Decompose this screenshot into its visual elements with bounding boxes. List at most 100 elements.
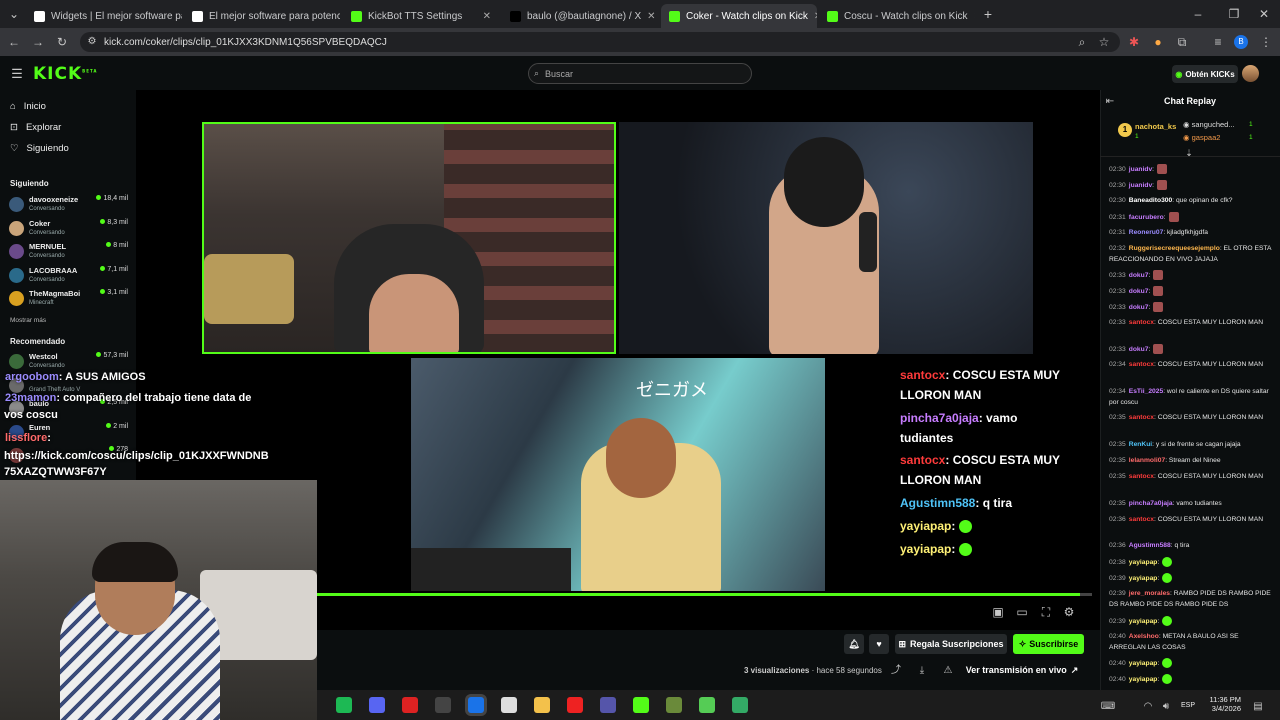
share-icon[interactable]: ⤴ — [888, 663, 904, 679]
chat-username[interactable]: EsTii_2025 — [1129, 388, 1163, 395]
game-icon[interactable] — [699, 697, 715, 713]
new-tab-icon[interactable]: + — [980, 6, 996, 22]
search-input[interactable]: ⌕ Buscar — [528, 63, 752, 84]
steam-deck-icon[interactable] — [501, 697, 517, 713]
show-more-link[interactable]: Mostrar más — [10, 317, 46, 324]
nav-item-2[interactable]: ♡ Siguiendo — [10, 143, 69, 154]
browser-tab[interactable]: KickBot TTS Settings ✕ — [343, 4, 499, 28]
chat-username[interactable]: santocx — [1129, 361, 1154, 368]
tab-close-icon[interactable]: ✕ — [814, 11, 817, 22]
channel-item[interactable]: MERNUEL Conversando 8 mil — [8, 241, 130, 265]
hamburger-menu-icon[interactable]: ☰ — [9, 66, 25, 82]
terminal-icon[interactable] — [732, 697, 748, 713]
browser-tab[interactable]: Coscu - Watch clips on Kick ✕ — [819, 4, 975, 28]
chat-username[interactable]: doku7 — [1129, 304, 1149, 311]
chat-username[interactable]: santocx — [1129, 516, 1154, 523]
keyboard-icon[interactable]: ⌨ — [1100, 699, 1116, 715]
report-icon[interactable]: ⚠ — [940, 663, 956, 679]
notification-bell-button[interactable]: 🔔︎ — [844, 634, 864, 654]
leader-name[interactable]: nachota_ks — [1135, 122, 1176, 131]
minecraft-icon[interactable] — [666, 697, 682, 713]
chat-username[interactable]: juanidv — [1129, 166, 1152, 173]
chat-username[interactable]: lelanmoli07 — [1129, 457, 1165, 464]
chat-username[interactable]: Agustimn588 — [1129, 542, 1171, 549]
kick-logo[interactable]: KICKBETA — [33, 64, 97, 84]
forward-icon[interactable]: → — [30, 34, 46, 50]
nav-item-0[interactable]: ⌂ Inicio — [10, 101, 46, 112]
zoom-icon[interactable]: ⌕ — [1074, 34, 1090, 50]
reload-icon[interactable]: ↻ — [54, 34, 70, 50]
taskbar-clock[interactable]: 11:36 PM 3/4/2026 — [1205, 695, 1241, 713]
site-info-icon[interactable]: ⚙ — [84, 34, 100, 50]
expand-leaderboard-icon[interactable]: ⇣ — [1181, 145, 1197, 161]
menu-kebab-icon[interactable]: ⋮ — [1258, 34, 1274, 50]
chat-username[interactable]: santocx — [1129, 414, 1154, 421]
theater-mode-icon[interactable]: ▭ — [1014, 604, 1030, 620]
wifi-icon[interactable]: ◠ — [1140, 699, 1156, 715]
discord-icon[interactable] — [369, 697, 385, 713]
extensions-puzzle-icon[interactable]: ⧉ — [1174, 34, 1190, 50]
tab-close-icon[interactable]: ✕ — [974, 11, 975, 22]
taskbar-language[interactable]: ESP — [1181, 702, 1195, 709]
watch-live-button[interactable]: Ver transmisión en vivo ↗ — [962, 661, 1082, 679]
volume-icon[interactable]: 🔊︎ — [1158, 699, 1174, 715]
browser-tab[interactable]: El mejor software para potencia✕ — [184, 4, 340, 28]
extension-color-icon[interactable]: ● — [1150, 34, 1166, 50]
spotify-icon[interactable] — [336, 697, 352, 713]
download-icon[interactable]: ⤓ — [914, 663, 930, 679]
gift-subs-button[interactable]: ⊞ Regala Suscripciones — [895, 634, 1007, 654]
pip-icon[interactable]: ▣ — [990, 604, 1006, 620]
maximize-icon[interactable]: ❐ — [1226, 6, 1242, 22]
profile-avatar-icon[interactable]: B — [1234, 35, 1248, 49]
chat-username[interactable]: yayiapap — [1129, 660, 1158, 667]
minimize-icon[interactable]: – — [1190, 6, 1206, 22]
tab-close-icon[interactable]: ✕ — [483, 11, 491, 22]
subscribe-button[interactable]: ✧ Suscribirse — [1013, 634, 1084, 654]
channel-item[interactable]: LACOBRAAA Conversando 7,1 mil — [8, 265, 130, 289]
channel-item[interactable]: TheMagmaBoi Minecraft 3,1 mil — [8, 288, 130, 312]
close-window-icon[interactable]: ✕ — [1256, 6, 1272, 22]
chat-username[interactable]: yayiapap — [1129, 575, 1158, 582]
chrome-icon[interactable] — [468, 697, 484, 713]
chat-username[interactable]: santocx — [1129, 473, 1154, 480]
browser-tab[interactable]: Coker - Watch clips on Kick ✕ — [661, 4, 817, 28]
chat-username[interactable]: RenKui — [1129, 441, 1152, 448]
chat-username[interactable]: Ruggerisecreequeesejemplo — [1129, 245, 1220, 252]
channel-item[interactable]: davooxeneize Conversando 18,4 mil — [8, 194, 130, 218]
get-kicks-button[interactable]: ◉ Obtén KICKs — [1172, 65, 1238, 83]
obs-studio-icon[interactable] — [402, 697, 418, 713]
chat-username[interactable]: yayiapap — [1129, 676, 1158, 683]
chat-username[interactable]: Baneadito300 — [1129, 197, 1173, 204]
progress-track[interactable] — [317, 593, 1092, 596]
tab-close-icon[interactable]: ✕ — [647, 11, 655, 22]
settings-gear-icon[interactable]: ⚙ — [1061, 604, 1077, 620]
user-avatar[interactable] — [1242, 65, 1259, 82]
nav-item-1[interactable]: ⊡ Explorar — [10, 122, 61, 133]
browser-tab[interactable]: baulo (@bautiagnone) / X ✕ — [502, 4, 658, 28]
bookmark-star-icon[interactable]: ☆ — [1096, 34, 1112, 50]
kick-app-icon[interactable] — [633, 697, 649, 713]
collapse-chat-icon[interactable]: ⇤ — [1102, 94, 1118, 110]
chat-username[interactable]: doku7 — [1129, 288, 1149, 295]
fullscreen-icon[interactable]: ⛶ — [1038, 604, 1054, 620]
leader-3[interactable]: ◉ gaspaa2 — [1183, 133, 1220, 142]
chat-username[interactable]: jere_morales — [1129, 590, 1170, 597]
app-icon[interactable] — [600, 697, 616, 713]
obs-icon[interactable] — [435, 697, 451, 713]
notification-center-icon[interactable]: ▤ — [1250, 699, 1266, 715]
chat-username[interactable]: yayiapap — [1129, 559, 1158, 566]
back-icon[interactable]: ← — [6, 34, 22, 50]
address-bar[interactable]: ⚙ kick.com/coker/clips/clip_01KJXX3KDNM1… — [80, 32, 1120, 52]
follow-heart-button[interactable]: ♥ — [869, 634, 889, 654]
chat-username[interactable]: yayiapap — [1129, 618, 1158, 625]
chat-username[interactable]: santocx — [1129, 319, 1154, 326]
extension-icon[interactable]: ✱ — [1126, 34, 1142, 50]
opera-gx-icon[interactable] — [567, 697, 583, 713]
file-explorer-icon[interactable] — [534, 697, 550, 713]
browser-tab[interactable]: Widgets | El mejor software pa✕ — [26, 4, 182, 28]
chat-username[interactable]: juanidv — [1129, 182, 1152, 189]
chat-username[interactable]: facurubero — [1129, 214, 1164, 221]
leader-2[interactable]: ◉ sanguched... — [1183, 120, 1235, 129]
media-controls-icon[interactable]: ≡ — [1210, 34, 1226, 50]
chat-username[interactable]: pincha7a0jaja — [1129, 500, 1173, 507]
